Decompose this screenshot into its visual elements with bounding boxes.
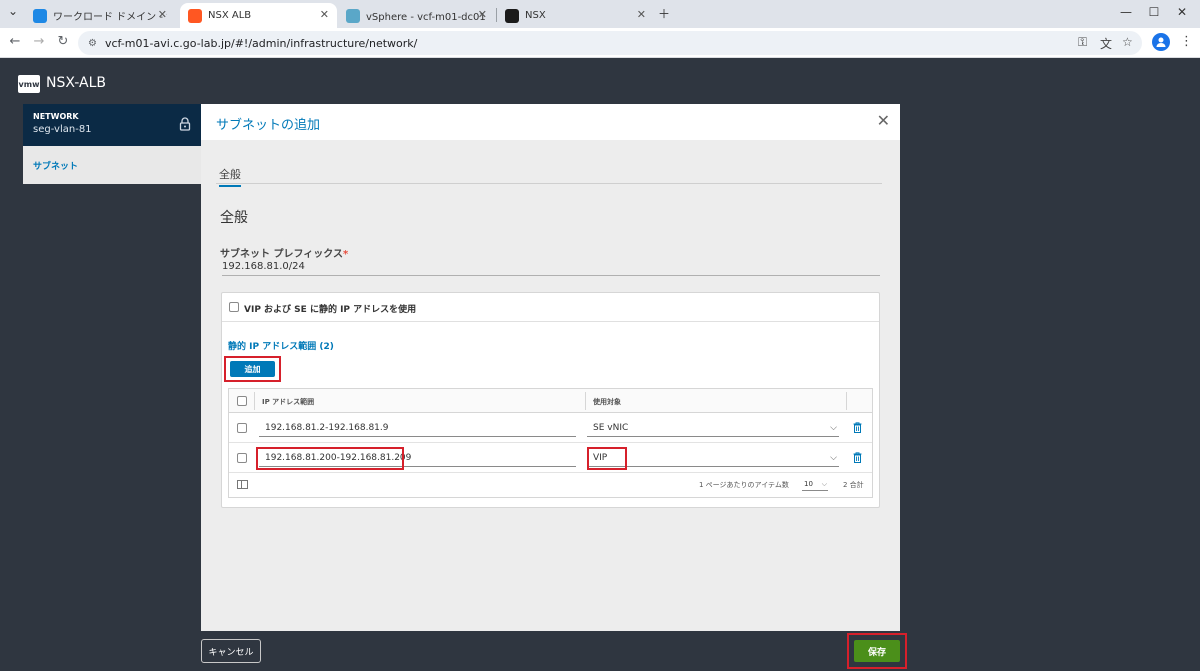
network-header: NETWORK seg-vlan-81 [23,104,201,146]
profile-avatar[interactable] [1152,33,1170,51]
window-close-icon[interactable]: ✕ [1172,5,1192,19]
column-header-use-for[interactable]: 使用対象 [593,397,621,407]
column-divider [846,392,847,410]
vmware-logo: vmw [18,75,40,93]
app-header [0,58,1200,103]
trash-icon[interactable] [853,452,862,463]
app-name: NSX-ALB [46,75,106,91]
save-button[interactable]: 保存 [854,640,900,662]
site-info-icon[interactable]: ⚙ [88,38,97,49]
modal-header: サブネットの追加 ✕ [201,104,900,140]
ip-range-highlight [256,447,404,470]
static-range-grid: IP アドレス範囲 使用対象 192.168.81.2-192.168.81.9… [228,388,873,498]
items-per-page-label: 1 ページあたりのアイテム数 [699,481,789,489]
column-toggle-icon[interactable] [237,480,248,489]
new-tab-icon[interactable]: ＋ [654,5,674,22]
close-tab-icon[interactable]: ✕ [320,8,329,21]
tab-search-icon[interactable]: ⌄ [3,4,23,18]
forward-icon[interactable]: → [30,34,48,49]
close-icon[interactable]: ✕ [877,111,890,130]
browser-tab-nsx-alb[interactable]: NSX ALB ✕ [180,3,337,28]
network-label: NETWORK [33,112,79,121]
grid-header: IP アドレス範囲 使用対象 [229,389,872,413]
cancel-button[interactable]: キャンセル [201,639,261,663]
trash-icon[interactable] [853,422,862,433]
required-marker: * [342,249,349,260]
save-button-highlight: 保存 [847,633,907,669]
nsx-icon [505,8,519,23]
static-ip-card: VIP および SE に静的 IP アドレスを使用 静的 IP アドレス範囲 (… [221,292,880,508]
column-divider [254,392,255,410]
row-checkbox[interactable] [237,453,247,463]
address-bar: ← → ↻ ⚙ vcf-m01-avi.c.go-lab.jp/#!/admin… [0,28,1200,58]
person-icon [1156,37,1166,47]
subnet-prefix-field[interactable]: 192.168.81.0/24 [222,261,880,276]
column-divider [585,392,586,410]
minimize-icon[interactable]: — [1116,5,1136,19]
ip-range-input[interactable]: 192.168.81.2-192.168.81.9 [259,421,576,437]
close-tab-icon[interactable]: ✕ [478,8,487,21]
lock-icon [179,117,191,131]
network-name: seg-vlan-81 [33,124,92,135]
sidebar-item-subnet[interactable]: サブネット [23,146,201,184]
browser-tab-bar: ⌄ ワークロード ドメイン - サマリ ✕ NSX ALB ✕ vSphere … [0,0,1200,28]
static-range-title: 静的 IP アドレス範囲 (2) [228,342,334,352]
modal-title: サブネットの追加 [216,118,321,133]
add-subnet-modal: サブネットの追加 ✕ 全般 全般 サブネット プレフィックス* 192.168.… [201,104,900,631]
back-icon[interactable]: ← [6,34,24,49]
modal-footer [0,631,1200,671]
chevron-down-icon: ⌵ [821,480,827,488]
browser-tab-nsx[interactable]: NSX ✕ [497,3,654,28]
row-checkbox[interactable] [237,423,247,433]
add-button-highlight: 追加 [224,356,281,382]
browser-menu-icon[interactable]: ⋮ [1180,34,1193,49]
vip-se-static-checkbox[interactable] [229,302,239,312]
table-row: 192.168.81.2-192.168.81.9 SE vNIC ⌵ [229,413,872,443]
close-tab-icon[interactable]: ✕ [158,8,167,21]
reload-icon[interactable]: ↻ [54,34,72,49]
use-for-select[interactable]: SE vNIC ⌵ [587,421,839,437]
table-row: 192.168.81.200-192.168.81.209 VIP ⌵ [229,443,872,473]
vip-highlight [587,447,627,470]
maximize-icon[interactable]: ☐ [1144,5,1164,19]
tab-general[interactable]: 全般 [219,166,241,187]
avi-icon [188,8,202,23]
sidebar-item-label: サブネット [33,162,79,172]
url-field[interactable]: ⚙ vcf-m01-avi.c.go-lab.jp/#!/admin/infra… [78,31,1142,55]
select-all-checkbox[interactable] [237,396,247,406]
browser-tab-vsphere[interactable]: vSphere - vcf-m01-dc01 - 仮想 ✕ [338,3,495,28]
bookmark-star-icon[interactable]: ☆ [1122,35,1133,49]
vsphere-icon [346,8,360,23]
grid-footer: 1 ページあたりのアイテム数 10 ⌵ 2 合計 [229,473,872,497]
column-header-ip-range[interactable]: IP アドレス範囲 [262,397,314,407]
browser-tab-workload-domain[interactable]: ワークロード ドメイン - サマリ ✕ [25,3,175,28]
vip-se-static-row: VIP および SE に静的 IP アドレスを使用 [222,293,879,322]
section-title: 全般 [220,210,248,226]
modal-tabs: 全般 [216,162,882,187]
close-tab-icon[interactable]: ✕ [637,8,646,21]
vip-se-static-label: VIP および SE に静的 IP アドレスを使用 [244,305,417,315]
add-range-button[interactable]: 追加 [230,361,275,377]
chevron-down-icon: ⌵ [830,423,837,433]
chevron-down-icon: ⌵ [830,453,837,463]
items-per-page-select[interactable]: 10 ⌵ [802,477,828,491]
password-key-icon[interactable]: ⚿ [1078,35,1087,50]
total-count: 2 合計 [843,481,864,489]
translate-icon[interactable]: 文 [1100,35,1112,52]
subnet-prefix-label: サブネット プレフィックス* [220,249,349,260]
cloud-icon [33,8,47,23]
url-text: vcf-m01-avi.c.go-lab.jp/#!/admin/infrast… [104,36,418,50]
